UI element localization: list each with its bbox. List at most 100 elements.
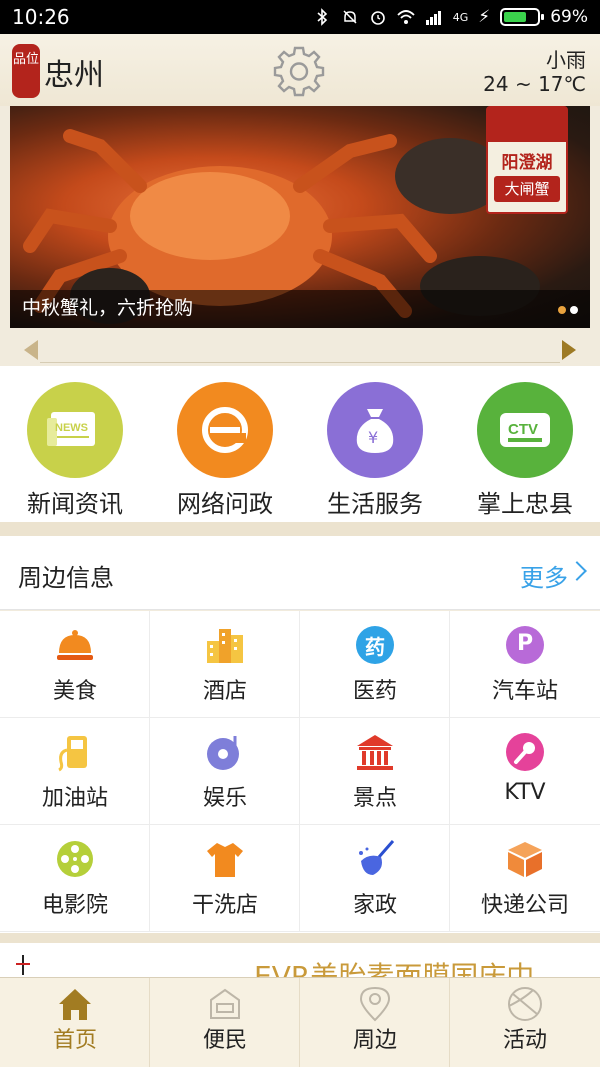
charging-icon: ⚡ [478,7,491,27]
home-icon [59,989,91,1020]
nearby-grid: 美食 酒店 药 医药 P 汽车站 加油站 娱乐 景点 KTV 电影院 干洗店 家 [0,611,600,933]
signal-icon [425,11,441,25]
brand-label: 阳澄湖 大闸蟹 [486,106,568,214]
nearby-item-label: 景点 [352,786,397,811]
tab-label: 首页 [52,1028,97,1053]
tab-nearby[interactable]: 周边 [300,978,450,1067]
mute-icon [343,10,357,24]
nearby-item-label: 快递公司 [480,893,569,918]
tab-activities[interactable]: 活动 [450,978,600,1067]
nearby-item-scenic-spot[interactable]: 景点 [300,718,450,825]
carousel-dot[interactable] [570,306,578,314]
feature-label: 网络问政 [177,490,273,518]
scroll-left-arrow-icon[interactable] [24,340,38,360]
tab-home[interactable]: 首页 [0,978,150,1067]
nearby-item-cinema[interactable]: 电影院 [0,825,150,932]
nearby-item-ktv[interactable]: KTV [450,718,600,825]
chevron-right-icon[interactable] [567,561,587,581]
money-bag-icon: ¥ [327,382,423,478]
banner-caption: 中秋蟹礼，六折抢购 [22,297,194,319]
feature-life[interactable]: ¥ 生活服务 [300,366,450,522]
svg-text:CTV: CTV [508,421,538,438]
nearby-item-pharmacy[interactable]: 药 医药 [300,611,450,718]
nearby-item-label: 酒店 [202,679,247,704]
nearby-item-label: 家政 [352,893,397,918]
feature-gov[interactable]: 网络问政 [150,366,300,522]
nearby-item-label: 美食 [52,679,97,704]
nearby-item-label: 电影院 [41,893,108,918]
nearby-item-label: 干洗店 [191,893,258,918]
scroll-right-arrow-icon[interactable] [562,340,576,360]
ball-icon [508,987,542,1021]
nearby-item-dry-cleaner[interactable]: 干洗店 [150,825,300,932]
film-reel-icon [57,841,93,877]
nearby-item-label: 医药 [352,679,397,704]
battery-level: 69% [550,7,588,27]
wifi-icon [397,10,415,24]
nearby-item-hotel[interactable]: 酒店 [150,611,300,718]
more-link[interactable]: 更多 [520,558,568,593]
microphone-icon [506,733,544,771]
hotel-icon [207,629,243,663]
ad-text: EVR美胎素面膜国庆中 [254,960,535,977]
location-icon [359,986,391,1022]
nearby-item-label: 汽车站 [491,679,558,704]
nearby-item-label: 娱乐 [202,786,247,811]
status-time: 10:26 [12,5,70,29]
nearby-item-label: 加油站 [41,786,108,811]
nearby-item-gas-station[interactable]: 加油站 [0,718,150,825]
cleaning-icon [359,840,395,875]
nearby-item-entertainment[interactable]: 娱乐 [150,718,300,825]
feature-scroll-indicator [0,336,600,364]
status-icons: 4G ⚡ 69% [313,7,588,27]
service-icon [210,988,240,1019]
app-header: 品位 忠州 小雨 24 ~ 17℃ [0,34,600,106]
ad-logo-accent [16,963,30,965]
alarm-icon [370,11,385,25]
feature-label: 掌上忠县 [477,490,573,518]
weather-temperature: 24 ~ 17℃ [483,72,586,96]
brand-name-line2: 大闸蟹 [494,176,560,202]
parking-icon-text: P [516,631,534,656]
settings-gear-icon[interactable] [272,44,326,98]
weather-description: 小雨 [546,48,586,72]
ad-strip[interactable]: EVR美胎素面膜国庆中 [0,933,600,977]
music-disc-icon [207,736,239,770]
tab-label: 活动 [502,1028,547,1053]
feature-tv[interactable]: CTV 掌上忠县 [450,366,600,522]
feature-label: 新闻资讯 [27,490,123,518]
nearby-section-header: 周边信息 更多 [0,536,600,610]
brand-name-line1: 阳澄湖 [501,153,553,173]
ie-icon [177,382,273,478]
feature-news[interactable]: NEWS 新闻资讯 [0,366,150,522]
brand-seal-logo: 品位 [12,44,40,98]
feature-label: 生活服务 [327,490,423,518]
food-cloche-icon [57,630,93,660]
svg-text:¥: ¥ [368,428,378,447]
network-type: 4G [452,10,469,24]
tshirt-icon [207,843,243,877]
brand-logo-band [488,108,566,142]
gas-station-icon [58,736,87,772]
divider [40,362,560,363]
carousel-dot-active[interactable] [558,306,566,314]
bottom-navigation: 首页 便民 周边 活动 [0,977,600,1067]
promo-banner[interactable]: 阳澄湖 大闸蟹 中秋蟹礼，六折抢购 [10,106,590,328]
status-bar: 10:26 4G ⚡ 69% [0,0,600,34]
svg-text:NEWS: NEWS [55,422,88,434]
battery-icon [500,8,545,26]
nearby-item-bus-station[interactable]: P 汽车站 [450,611,600,718]
ad-logo [22,955,24,975]
tab-services[interactable]: 便民 [150,978,300,1067]
nearby-item-food[interactable]: 美食 [0,611,150,718]
nearby-item-housekeeping[interactable]: 家政 [300,825,450,932]
news-icon: NEWS [27,382,123,478]
tab-label: 便民 [202,1028,247,1053]
section-divider [0,522,600,536]
pharmacy-icon-text: 药 [365,635,385,659]
package-icon [508,842,542,877]
bluetooth-icon [317,8,327,26]
city-name[interactable]: 忠州 [44,50,104,94]
nearby-item-label: KTV [504,780,546,805]
nearby-item-courier[interactable]: 快递公司 [450,825,600,932]
